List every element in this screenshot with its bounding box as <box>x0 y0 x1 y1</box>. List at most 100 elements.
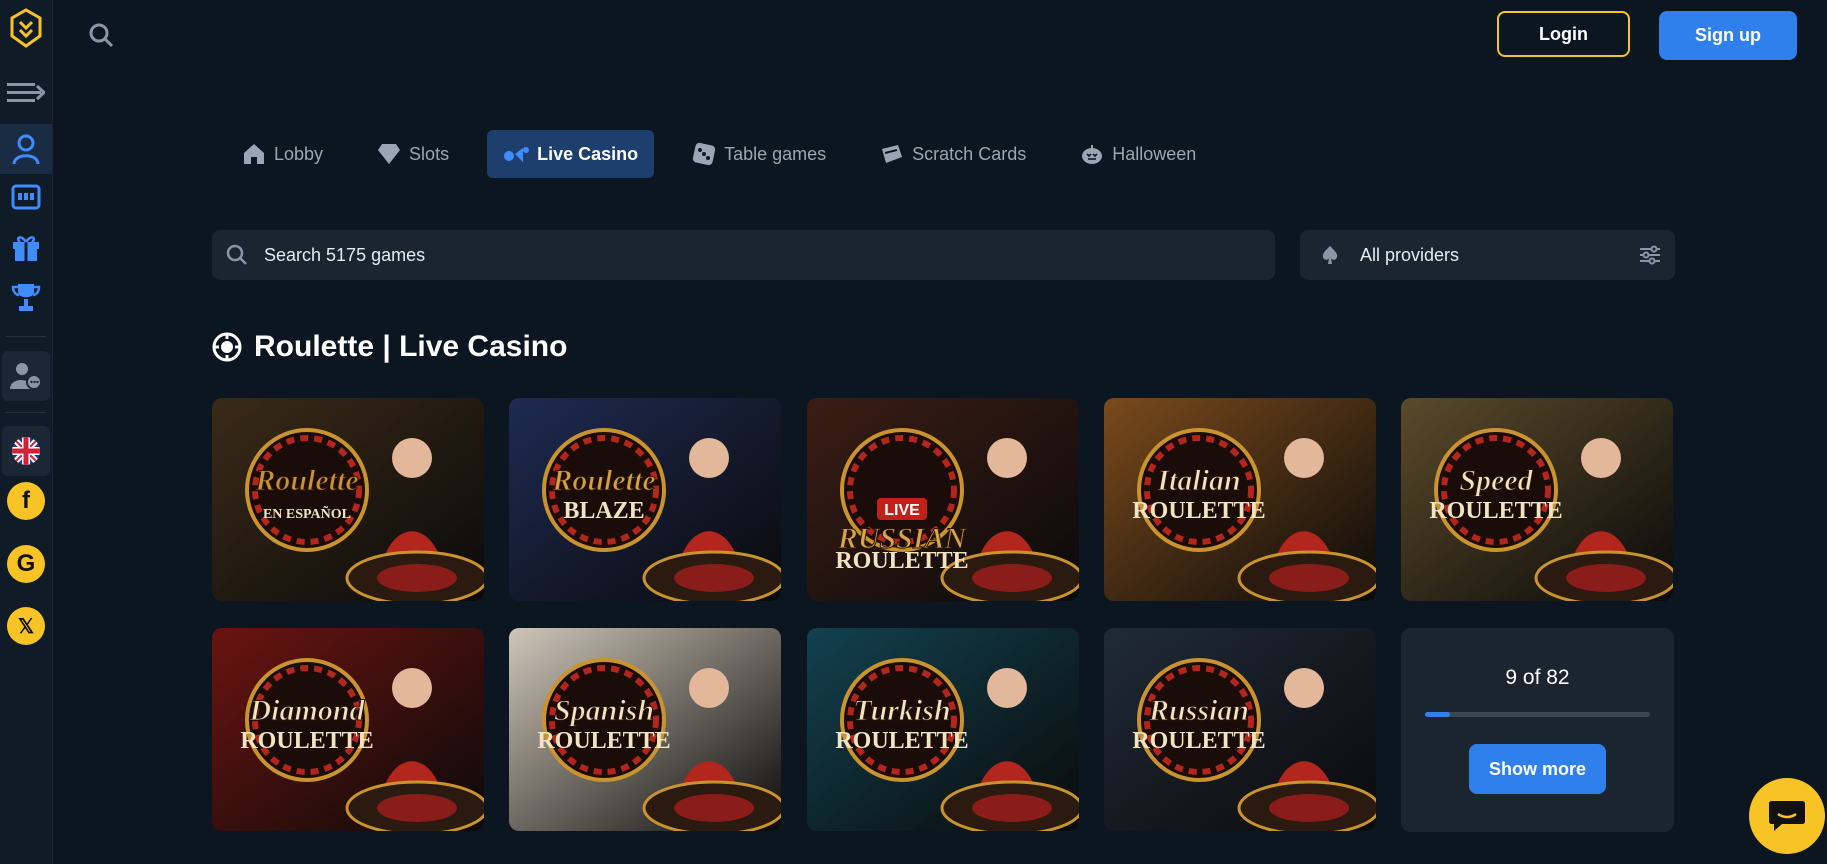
game-title: Diamond <box>248 694 365 727</box>
game-tile[interactable]: Russian ROULETTE <box>1104 628 1376 831</box>
facebook-login[interactable]: f <box>0 476 52 526</box>
game-title: Roulette <box>254 464 358 497</box>
game-tile[interactable]: Turkish ROULETTE <box>807 628 1079 831</box>
x-login[interactable]: 𝕏 <box>0 601 52 651</box>
game-subtitle: ROULETTE <box>537 728 670 754</box>
google-icon: G <box>7 545 45 583</box>
dealer-head <box>1284 668 1324 708</box>
home-icon <box>244 144 264 164</box>
game-tile[interactable]: Roulette EN ESPAÑOL <box>212 398 484 601</box>
sidebar-item-promotions[interactable] <box>0 222 52 272</box>
roulette-wheel-center <box>972 564 1052 592</box>
live-chat-button[interactable] <box>1749 778 1825 854</box>
dealer-head <box>987 668 1027 708</box>
roulette-wheel-center <box>377 564 457 592</box>
diamond-icon <box>378 144 401 164</box>
game-subtitle: ROULETTE <box>835 548 968 574</box>
menu-toggle-icon <box>7 83 45 102</box>
results-progress-bar <box>1425 712 1650 717</box>
sidebar-item-slots[interactable] <box>0 172 52 222</box>
results-count: 9 of 82 <box>1505 666 1570 689</box>
game-subtitle: ROULETTE <box>835 728 968 754</box>
language-selector[interactable] <box>2 426 50 476</box>
search-icon <box>226 244 247 265</box>
dealer-head <box>392 438 432 478</box>
game-title: Russian <box>1148 694 1249 727</box>
tab-table-games[interactable]: Table games <box>676 130 842 178</box>
tab-halloween[interactable]: Halloween <box>1064 130 1212 178</box>
tab-slots[interactable]: Slots <box>361 130 465 178</box>
game-thumbnail: LIVERUSSIANROULETTE <box>807 398 1079 601</box>
game-title: Turkish <box>853 694 950 727</box>
logo-icon <box>10 8 42 48</box>
tab-live-casino[interactable]: Live Casino <box>487 130 655 178</box>
pagination-card: 9 of 82 Show more <box>1401 628 1674 832</box>
live-badge-label: LIVE <box>884 502 920 519</box>
progress-fill <box>1425 712 1450 717</box>
dealer-head <box>987 438 1027 478</box>
sidebar: f G 𝕏 <box>0 0 53 864</box>
game-tile[interactable]: Speed ROULETTE <box>1401 398 1673 601</box>
tab-label: Table games <box>724 143 827 164</box>
scratch-card-icon <box>882 145 903 163</box>
game-subtitle: ROULETTE <box>1429 498 1562 524</box>
game-tile[interactable]: Spanish ROULETTE <box>509 628 781 831</box>
filter-sliders-icon <box>1640 245 1660 265</box>
slot-machine-icon <box>11 184 41 210</box>
game-search-bar[interactable] <box>212 230 1275 280</box>
gift-icon <box>13 236 39 261</box>
sidebar-divider <box>6 336 46 337</box>
dealer-head <box>689 438 729 478</box>
game-tile[interactable]: Diamond ROULETTE <box>212 628 484 831</box>
dealer-head <box>689 668 729 708</box>
uk-flag-icon <box>12 437 40 465</box>
tab-label: Slots <box>409 143 450 164</box>
top-search-button[interactable] <box>88 22 114 53</box>
signup-button[interactable]: Sign up <box>1659 11 1797 60</box>
game-thumbnail: RussianROULETTE <box>1104 628 1376 831</box>
dice-icon <box>692 142 716 166</box>
show-more-button[interactable]: Show more <box>1469 744 1606 794</box>
roulette-wheel-center <box>674 564 754 592</box>
game-title: Spanish <box>554 694 654 727</box>
roulette-wheel-center <box>674 794 754 822</box>
game-tile[interactable]: Italian ROULETTE <box>1104 398 1376 601</box>
game-title: Roulette <box>551 464 655 497</box>
game-tile[interactable]: LIVE RUSSIAN ROULETTE <box>807 398 1079 601</box>
menu-toggle[interactable] <box>0 68 52 118</box>
sidebar-item-tournaments[interactable] <box>0 273 52 323</box>
support-chat-icon <box>10 363 42 390</box>
game-thumbnail: Roulette EN ESPAÑOL <box>212 398 484 601</box>
sidebar-item-support[interactable] <box>2 351 50 401</box>
section-heading: Roulette | Live Casino <box>212 330 567 364</box>
google-login[interactable]: G <box>0 539 52 589</box>
login-button[interactable]: Login <box>1497 11 1630 57</box>
sidebar-divider-2 <box>6 412 46 413</box>
x-icon: 𝕏 <box>7 607 45 645</box>
game-title: Speed <box>1459 464 1533 497</box>
game-thumbnail: SpeedROULETTE <box>1401 398 1673 601</box>
game-thumbnail: SpanishROULETTE <box>509 628 781 831</box>
tab-lobby[interactable]: Lobby <box>226 130 339 178</box>
dealer-head <box>392 668 432 708</box>
live-dealer-icon <box>12 134 40 165</box>
search-icon <box>89 23 114 48</box>
sidebar-item-live-dealer[interactable] <box>0 124 52 174</box>
providers-dropdown[interactable]: All providers <box>1300 230 1675 280</box>
section-title: Roulette | Live Casino <box>254 330 568 363</box>
trophy-icon <box>11 284 41 311</box>
game-subtitle: ROULETTE <box>1132 498 1265 524</box>
roulette-wheel-center <box>1269 794 1349 822</box>
logo-link[interactable] <box>0 3 52 53</box>
game-subtitle: ROULETTE <box>1132 728 1265 754</box>
game-tile[interactable]: Roulette BLAZE <box>509 398 781 601</box>
pumpkin-icon <box>1082 145 1103 164</box>
search-input[interactable] <box>262 243 1166 267</box>
roulette-wheel-center <box>1269 564 1349 592</box>
live-casino-icon <box>504 147 530 162</box>
roulette-wheel-center <box>1566 564 1646 592</box>
roulette-wheel-center <box>972 794 1052 822</box>
game-thumbnail: DiamondROULETTE <box>212 628 484 831</box>
game-thumbnail: RouletteBLAZE <box>509 398 781 601</box>
tab-scratch-cards[interactable]: Scratch Cards <box>864 130 1042 178</box>
